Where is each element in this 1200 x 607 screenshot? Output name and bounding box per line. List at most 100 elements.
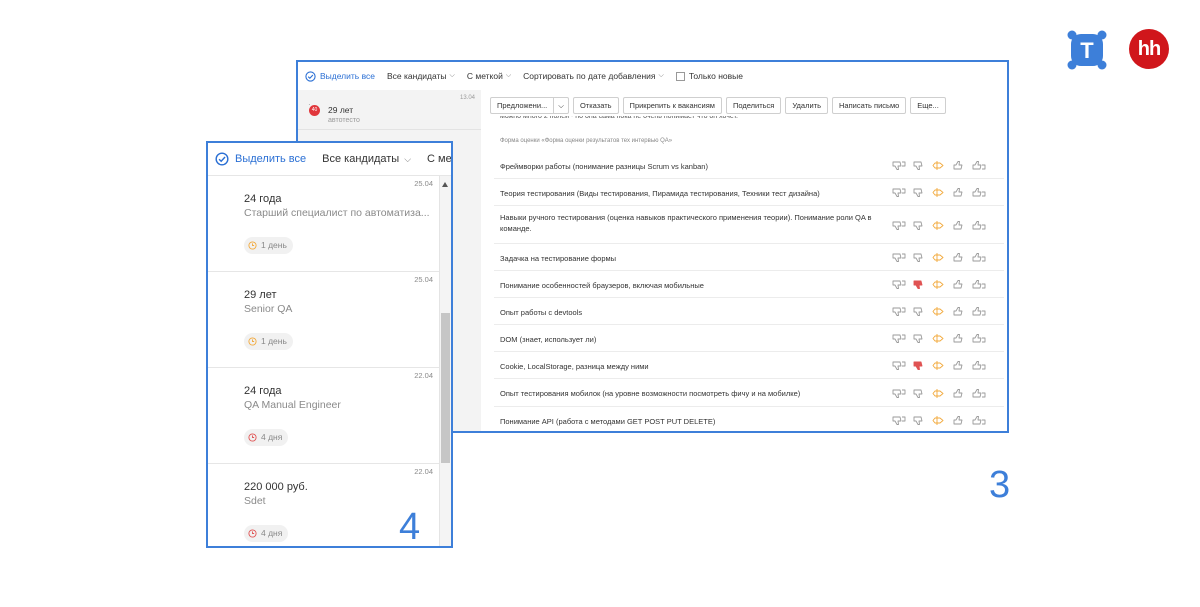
dislike-icon[interactable]	[912, 388, 926, 399]
with-tag-dropdown[interactable]: С меткой	[427, 153, 452, 165]
criterion-name: Опыт тестирования мобилок (на уровне воз…	[500, 389, 801, 398]
criterion-row: DOM (знает, использует ли)	[494, 325, 1004, 352]
with-tag-label: С меткой	[427, 153, 452, 165]
strong-dislike-icon[interactable]	[892, 388, 906, 399]
card-subtitle: QA Manual Engineer	[244, 399, 341, 411]
neutral-icon[interactable]	[932, 388, 946, 399]
checkbox-box[interactable]	[675, 71, 685, 81]
proposal-dropdown-toggle[interactable]: ⌵	[554, 97, 569, 114]
strong-dislike-icon[interactable]	[892, 187, 906, 198]
like-icon[interactable]	[952, 415, 966, 426]
more-button[interactable]: Еще...	[910, 97, 946, 114]
strong-dislike-icon[interactable]	[892, 333, 906, 344]
candidate-card[interactable]: · 13.04 40 29 лет автотесто	[298, 90, 481, 130]
with-tag-dropdown[interactable]: С меткой ⌵	[467, 71, 511, 81]
candidate-list-panel: Выделить все Все кандидаты ⌵ С меткой 25.…	[206, 141, 453, 548]
neutral-icon[interactable]	[932, 333, 946, 344]
neutral-icon[interactable]	[932, 415, 946, 426]
dislike-icon[interactable]	[912, 415, 926, 426]
sort-label: Сортировать по дате добавления	[523, 71, 656, 81]
check-circle-icon	[305, 70, 316, 82]
strong-like-icon[interactable]	[972, 220, 986, 231]
strong-like-icon[interactable]	[972, 252, 986, 263]
dislike-icon[interactable]	[912, 360, 926, 371]
scrollbar-thumb[interactable]	[441, 313, 450, 463]
strong-like-icon[interactable]	[972, 306, 986, 317]
like-icon[interactable]	[952, 252, 966, 263]
scroll-up-arrow-icon[interactable]	[442, 182, 448, 187]
strong-dislike-icon[interactable]	[892, 220, 906, 231]
sort-dropdown[interactable]: Сортировать по дате добавления ⌵	[523, 71, 664, 81]
with-tag-label: С меткой	[466, 71, 503, 81]
dislike-icon[interactable]	[912, 160, 926, 171]
duration-label: 1 день	[261, 336, 287, 346]
duration-label: 4 дня	[261, 432, 283, 442]
only-new-checkbox[interactable]: Только новые	[675, 71, 743, 81]
attach-to-vacancies-button[interactable]: Прикрепить к вакансиям	[622, 97, 722, 114]
panel-number-4: 4	[399, 506, 421, 548]
like-icon[interactable]	[952, 279, 966, 290]
card-subtitle: Sdet	[244, 495, 266, 507]
criteria-list: Фреймворки работы (понимание разницы Scr…	[494, 152, 1004, 431]
strong-like-icon[interactable]	[972, 160, 986, 171]
strong-dislike-icon[interactable]	[892, 360, 906, 371]
dislike-icon[interactable]	[912, 306, 926, 317]
like-icon[interactable]	[952, 360, 966, 371]
like-icon[interactable]	[952, 160, 966, 171]
strong-dislike-icon[interactable]	[892, 252, 906, 263]
neutral-icon[interactable]	[932, 306, 946, 317]
candidate-card[interactable]: 25.04 24 года Старший специалист по авто…	[208, 176, 439, 272]
like-icon[interactable]	[952, 220, 966, 231]
criterion-name: Опыт работы с devtools	[500, 308, 583, 317]
neutral-icon[interactable]	[932, 220, 946, 231]
strong-like-icon[interactable]	[972, 388, 986, 399]
proposal-button[interactable]: Предложени...	[490, 97, 555, 114]
t-logo-letter: T	[1080, 38, 1094, 63]
strong-dislike-icon[interactable]	[892, 415, 906, 426]
strong-like-icon[interactable]	[972, 415, 986, 426]
criterion-name: Теория тестирования (Виды тестирования, …	[500, 189, 820, 198]
neutral-icon[interactable]	[932, 360, 946, 371]
strong-dislike-icon[interactable]	[892, 160, 906, 171]
like-icon[interactable]	[952, 333, 966, 344]
all-candidates-label: Все кандидаты	[322, 153, 400, 165]
card-title: 29 лет	[244, 289, 277, 301]
scrollbar[interactable]	[439, 176, 451, 546]
criterion-name: Фреймворки работы (понимание разницы Scr…	[500, 162, 708, 171]
strong-like-icon[interactable]	[972, 279, 986, 290]
candidate-card[interactable]: 22.04 24 года QA Manual Engineer 4 дня	[208, 368, 439, 464]
like-icon[interactable]	[952, 306, 966, 317]
strong-like-icon[interactable]	[972, 333, 986, 344]
dislike-icon[interactable]	[912, 220, 926, 231]
strong-like-icon[interactable]	[972, 187, 986, 198]
write-letter-button[interactable]: Написать письмо	[832, 97, 907, 114]
strong-like-icon[interactable]	[972, 360, 986, 371]
strong-dislike-icon[interactable]	[892, 306, 906, 317]
share-button[interactable]: Поделиться	[725, 97, 782, 114]
neutral-icon[interactable]	[932, 279, 946, 290]
like-icon[interactable]	[952, 388, 966, 399]
neutral-icon[interactable]	[932, 187, 946, 198]
candidate-card[interactable]: 25.04 29 лет Senior QA 1 день	[208, 272, 439, 368]
like-icon[interactable]	[952, 187, 966, 198]
dislike-icon[interactable]	[912, 333, 926, 344]
dislike-icon[interactable]	[912, 279, 926, 290]
dislike-icon[interactable]	[912, 252, 926, 263]
criterion-row: Навыки ручного тестирования (оценка навы…	[494, 206, 1004, 244]
reject-button[interactable]: Отказать	[572, 97, 619, 114]
all-candidates-dropdown[interactable]: Все кандидаты ⌵	[322, 153, 411, 165]
strong-dislike-icon[interactable]	[892, 279, 906, 290]
card-title: 29 лет	[328, 105, 354, 115]
rating-buttons	[892, 306, 986, 317]
neutral-icon[interactable]	[932, 160, 946, 171]
criterion-row: Фреймворки работы (понимание разницы Scr…	[494, 152, 1004, 179]
clock-icon	[248, 337, 257, 346]
select-all-button[interactable]: Выделить все	[305, 70, 375, 82]
source-badge: 40	[309, 105, 320, 116]
select-all-button[interactable]: Выделить все	[215, 152, 306, 166]
all-candidates-dropdown[interactable]: Все кандидаты ⌵	[387, 71, 455, 81]
chevron-down-icon: ⌵	[449, 72, 455, 79]
neutral-icon[interactable]	[932, 252, 946, 263]
delete-button[interactable]: Удалить	[785, 97, 829, 114]
dislike-icon[interactable]	[912, 187, 926, 198]
